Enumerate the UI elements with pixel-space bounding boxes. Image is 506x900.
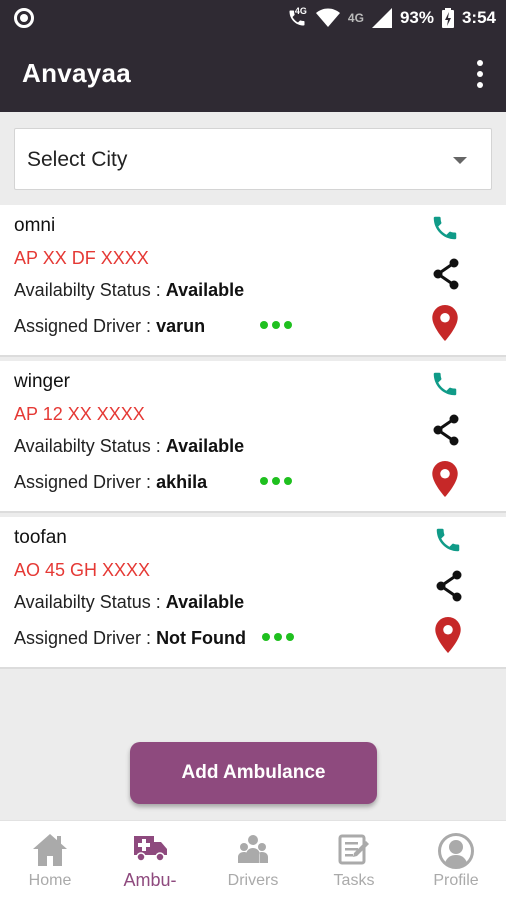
- vehicle-card[interactable]: winger AP 12 XX XXXX Availabilty Status …: [0, 361, 506, 513]
- tasks-icon: [338, 834, 369, 865]
- availability-value: Available: [165, 280, 245, 300]
- vehicle-plate: AO 45 GH XXXX: [14, 560, 151, 580]
- assigned-driver-value: akhila: [156, 472, 208, 492]
- nav-label-tasks: Tasks: [333, 872, 375, 889]
- location-pin-icon[interactable]: [435, 617, 461, 653]
- nav-item-home[interactable]: Home: [0, 821, 100, 900]
- nav-label-ambulance: Ambu-: [123, 870, 177, 890]
- assigned-driver-label: Assigned Driver :: [14, 472, 157, 492]
- home-icon: [33, 834, 67, 866]
- share-icon[interactable]: [431, 414, 461, 446]
- location-pin-icon[interactable]: [432, 305, 458, 341]
- ambulance-icon: [134, 836, 167, 862]
- divider: [0, 667, 506, 669]
- availability-value: Available: [165, 436, 245, 456]
- availability-status: Availabilty Status : Available: [14, 280, 244, 301]
- more-options-icon[interactable]: [262, 633, 294, 641]
- share-icon[interactable]: [434, 570, 464, 602]
- vehicle-plate: AP 12 XX XXXX: [14, 404, 145, 424]
- availability-label: Availabilty Status :: [14, 592, 166, 612]
- vehicle-name: toofan: [14, 527, 67, 548]
- battery-percent: 93%: [399, 8, 434, 27]
- nav-item-profile[interactable]: Profile: [406, 821, 506, 900]
- location-pin-icon[interactable]: [432, 461, 458, 497]
- assigned-driver: Assigned Driver : akhila: [14, 472, 207, 493]
- dropdown-arrow-icon: [453, 157, 467, 164]
- profile-icon: [438, 833, 474, 869]
- add-ambulance-button[interactable]: Add Ambulance: [130, 742, 377, 804]
- city-select-label: Select City: [27, 148, 128, 171]
- vehicle-plate: AP XX DF XXXX: [14, 248, 149, 268]
- nav-item-drivers[interactable]: Drivers: [203, 821, 303, 900]
- availability-label: Availabilty Status :: [14, 280, 166, 300]
- nav-label-home: Home: [28, 872, 72, 889]
- more-options-icon[interactable]: [260, 321, 292, 329]
- assigned-driver-label: Assigned Driver :: [14, 628, 157, 648]
- nav-label-profile: Profile: [433, 872, 479, 889]
- assigned-driver-value: varun: [156, 316, 206, 336]
- call-signal-icon: 4G: [286, 6, 308, 28]
- bottom-nav: Home Ambu- Drivers Tasks Profile: [0, 820, 506, 900]
- status-bar: 4G 4G 93% 3:54: [0, 0, 506, 36]
- availability-label: Availabilty Status :: [14, 436, 166, 456]
- battery-charging-icon: [441, 8, 454, 28]
- more-options-icon[interactable]: [260, 477, 292, 485]
- divider: [0, 511, 506, 513]
- assigned-driver-value: Not Found: [156, 628, 247, 648]
- drivers-icon: [238, 835, 268, 863]
- vehicle-name: winger: [14, 371, 70, 392]
- phone-icon[interactable]: [430, 213, 460, 243]
- signal-icon: [371, 8, 392, 28]
- share-icon[interactable]: [431, 258, 461, 290]
- vehicle-card[interactable]: toofan AO 45 GH XXXX Availabilty Status …: [0, 517, 506, 669]
- app-bar: Anvayaa: [0, 36, 506, 112]
- assigned-driver: Assigned Driver : Not Found: [14, 628, 246, 649]
- network-type: 4G: [347, 11, 364, 25]
- wifi-icon: [315, 8, 340, 27]
- clock: 3:54: [461, 8, 496, 27]
- phone-icon[interactable]: [433, 525, 463, 555]
- assigned-driver: Assigned Driver : varun: [14, 316, 205, 337]
- phone-icon[interactable]: [430, 369, 460, 399]
- nav-item-tasks[interactable]: Tasks: [304, 821, 404, 900]
- availability-status: Availabilty Status : Available: [14, 436, 244, 457]
- nav-label-drivers: Drivers: [227, 872, 279, 889]
- vehicle-card[interactable]: omni AP XX DF XXXX Availabilty Status : …: [0, 205, 506, 357]
- city-select[interactable]: Select City: [14, 128, 492, 190]
- notification-icon: [14, 8, 34, 28]
- divider: [0, 355, 506, 357]
- assigned-driver-label: Assigned Driver :: [14, 316, 157, 336]
- app-title: Anvayaa: [22, 58, 132, 88]
- availability-value: Available: [165, 592, 245, 612]
- overflow-menu-icon[interactable]: [476, 60, 484, 88]
- availability-status: Availabilty Status : Available: [14, 592, 244, 613]
- nav-item-ambulance[interactable]: Ambu-: [100, 821, 200, 900]
- network-type-small: 4G: [294, 6, 307, 16]
- vehicle-name: omni: [14, 215, 56, 236]
- status-indicators: 4G 4G 93% 3:54: [286, 0, 496, 36]
